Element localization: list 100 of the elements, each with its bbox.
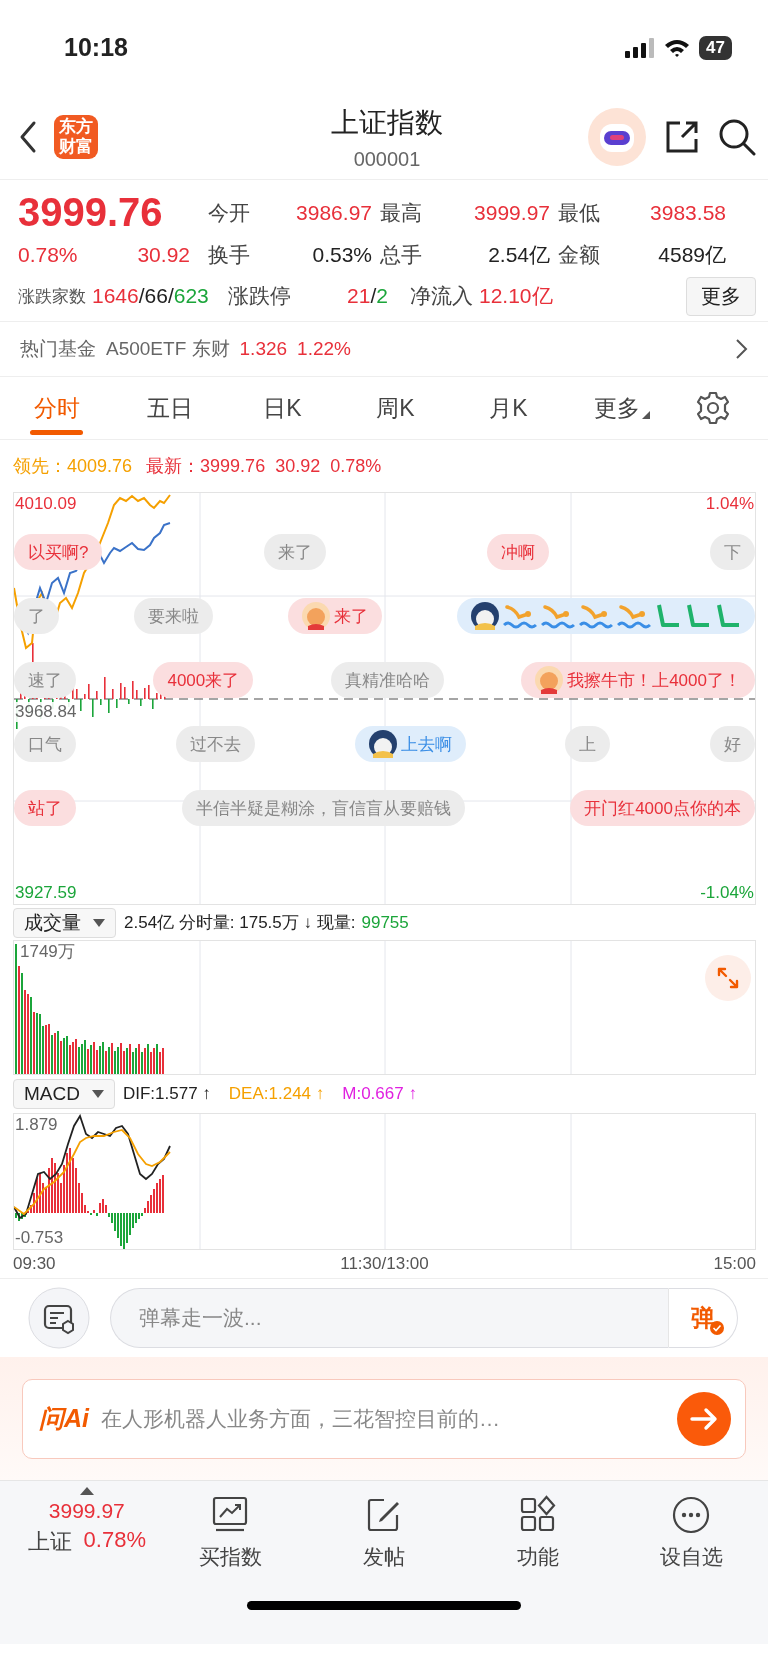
fund-name: A500ETF 东财 <box>106 337 230 361</box>
index-name: 上证 <box>27 1528 72 1556</box>
chart-tab[interactable]: 更多 <box>565 377 678 439</box>
comment-bubble: 4000来了 <box>153 662 254 698</box>
toolbar-button[interactable]: 买指数 <box>153 1487 308 1571</box>
page-title: 上证指数 <box>331 105 443 140</box>
comment-bubble: 上 <box>565 726 611 762</box>
comment-bubble: 了 <box>14 598 59 634</box>
question-field[interactable]: 在人形机器人业务方面，三花智控目前的… <box>99 1405 667 1432</box>
toolbar-button[interactable]: 发帖 <box>307 1487 461 1571</box>
search-icon[interactable] <box>718 118 756 156</box>
stat-value: 3986.97 <box>295 200 372 225</box>
danmaku-settings-icon[interactable] <box>28 1287 90 1349</box>
comment-bubble: 上去啊 <box>354 726 466 762</box>
chart-tab[interactable]: 五日 <box>113 377 226 439</box>
signal-icon <box>625 37 656 58</box>
indicator-reading: DIF:1.577 ↑ <box>122 1084 211 1104</box>
comment-field[interactable]: 弹幕走一波... <box>110 1288 668 1348</box>
settings-icon[interactable] <box>696 391 730 425</box>
more-button[interactable]: 更多 <box>686 276 756 316</box>
time-label: 15:00 <box>713 1254 756 1274</box>
caret-icon <box>91 1090 104 1098</box>
comment-bubble: 过不去 <box>175 726 255 762</box>
comment-bubble: 站了 <box>14 790 76 826</box>
stat-label: 金额 <box>557 242 601 268</box>
ai-logo: 问Ai <box>39 1403 89 1434</box>
toolbar-button[interactable]: 设自选 <box>614 1487 768 1571</box>
comment-bubble: 我擦牛市！上4000了！ <box>521 662 755 698</box>
indicator-dropdown[interactable]: 成交量 <box>13 907 116 938</box>
hot-fund-row[interactable]: 热门基金 A500ETF 东财 1.326 1.22% <box>0 322 768 377</box>
expand-icon[interactable] <box>705 955 751 1001</box>
stat-label: 涨跌停 <box>227 283 292 309</box>
comment-bubble: 好 <box>710 726 755 762</box>
axis-label: 3968.84 <box>15 702 77 722</box>
stat-label: 净流入 <box>410 283 473 309</box>
volume-summary: 2.54亿 分时量: 175.5万 ↓ 现量: <box>124 912 356 934</box>
tick-icon <box>715 603 741 629</box>
robot-avatar-icon[interactable] <box>588 108 646 166</box>
last-price: 3999.76 <box>18 190 164 235</box>
stat-value: 2.54亿 <box>487 242 550 268</box>
chart-tab[interactable]: 月K <box>452 377 565 439</box>
caret-icon <box>93 918 105 927</box>
stock-code: 000001 <box>353 147 421 171</box>
toolbar-button[interactable]: 功能 <box>460 1487 615 1571</box>
indicator-reading: DEA:1.244 ↑ <box>228 1084 325 1104</box>
axis-label: 4010.09 <box>15 494 77 514</box>
comment-bubble: 冲啊 <box>486 534 549 570</box>
back-icon[interactable] <box>18 120 38 154</box>
stat-label: 最低 <box>557 199 601 226</box>
legend-reading: 领先：4009.76 <box>13 455 133 478</box>
time-label: 09:30 <box>13 1254 56 1274</box>
legend-reading: 最新：3999.76 30.92 0.78% <box>146 455 382 478</box>
chart-tab[interactable]: 日K <box>226 377 339 439</box>
tick-icon <box>685 603 711 629</box>
comment-bubble: 半信半疑是糊涂，盲信盲从要赔钱 <box>181 790 465 826</box>
stat-value: 3999.97 <box>473 200 550 225</box>
chart-tab[interactable]: 周K <box>339 377 452 439</box>
comment-bubble: 下 <box>710 534 755 570</box>
section-label: 热门基金 <box>20 337 96 361</box>
stat-label: 涨跌家数 <box>18 285 86 308</box>
change-amount: 30.92 <box>137 243 190 267</box>
axis-label: 1.04% <box>705 494 754 514</box>
comment-bubble: 要来啦 <box>134 598 213 634</box>
axis-label: -1.04% <box>700 883 754 903</box>
axis-label: -0.753 <box>15 1228 64 1248</box>
axis-label: 1.879 <box>15 1115 58 1135</box>
more-icon <box>671 1495 712 1535</box>
stat-value: 3983.58 <box>649 200 726 225</box>
axis-label: 3927.59 <box>15 883 77 903</box>
stat-label: 最高 <box>379 199 423 226</box>
fund-price: 1.326 <box>239 338 288 360</box>
indicator-dropdown[interactable]: MACD <box>13 1079 115 1109</box>
index-change: 0.78% <box>83 1527 146 1554</box>
caret-icon <box>641 411 650 419</box>
tick-icon <box>655 603 681 629</box>
share-icon[interactable] <box>664 119 700 155</box>
fund-change: 1.22% <box>297 338 351 360</box>
stat-label: 今开 <box>207 199 251 226</box>
index-price: 3999.97 <box>48 1499 125 1523</box>
caret-up-icon <box>79 1487 94 1495</box>
stat-label: 总手 <box>379 242 423 268</box>
indicator-reading: M:0.667 ↑ <box>342 1084 417 1104</box>
comment-bubble: 来了 <box>263 534 326 570</box>
current-volume: 99755 <box>361 912 409 933</box>
wifi-icon <box>664 37 691 58</box>
chevron-right-icon <box>734 338 748 360</box>
comment-bubble: 口气 <box>14 726 76 762</box>
stat-value: 4589亿 <box>657 242 726 268</box>
time-label: 11:30/13:00 <box>340 1254 429 1274</box>
comment-bubble: 以买啊? <box>14 534 103 570</box>
advance-decline-count: 1646/66/623 <box>92 284 210 308</box>
change-percent: 0.78% <box>18 243 78 267</box>
comment-bubble: 真精准哈哈 <box>330 662 444 698</box>
battery-level: 47 <box>699 35 732 60</box>
clock-time: 10:18 <box>64 33 128 62</box>
stat-label: 换手 <box>207 242 251 268</box>
app-logo: 东方财富 <box>54 115 98 159</box>
stat-value: 0.53% <box>311 243 372 267</box>
comment-bubble: 来了 <box>288 598 382 634</box>
stat-value: 12.10亿 <box>479 283 554 309</box>
